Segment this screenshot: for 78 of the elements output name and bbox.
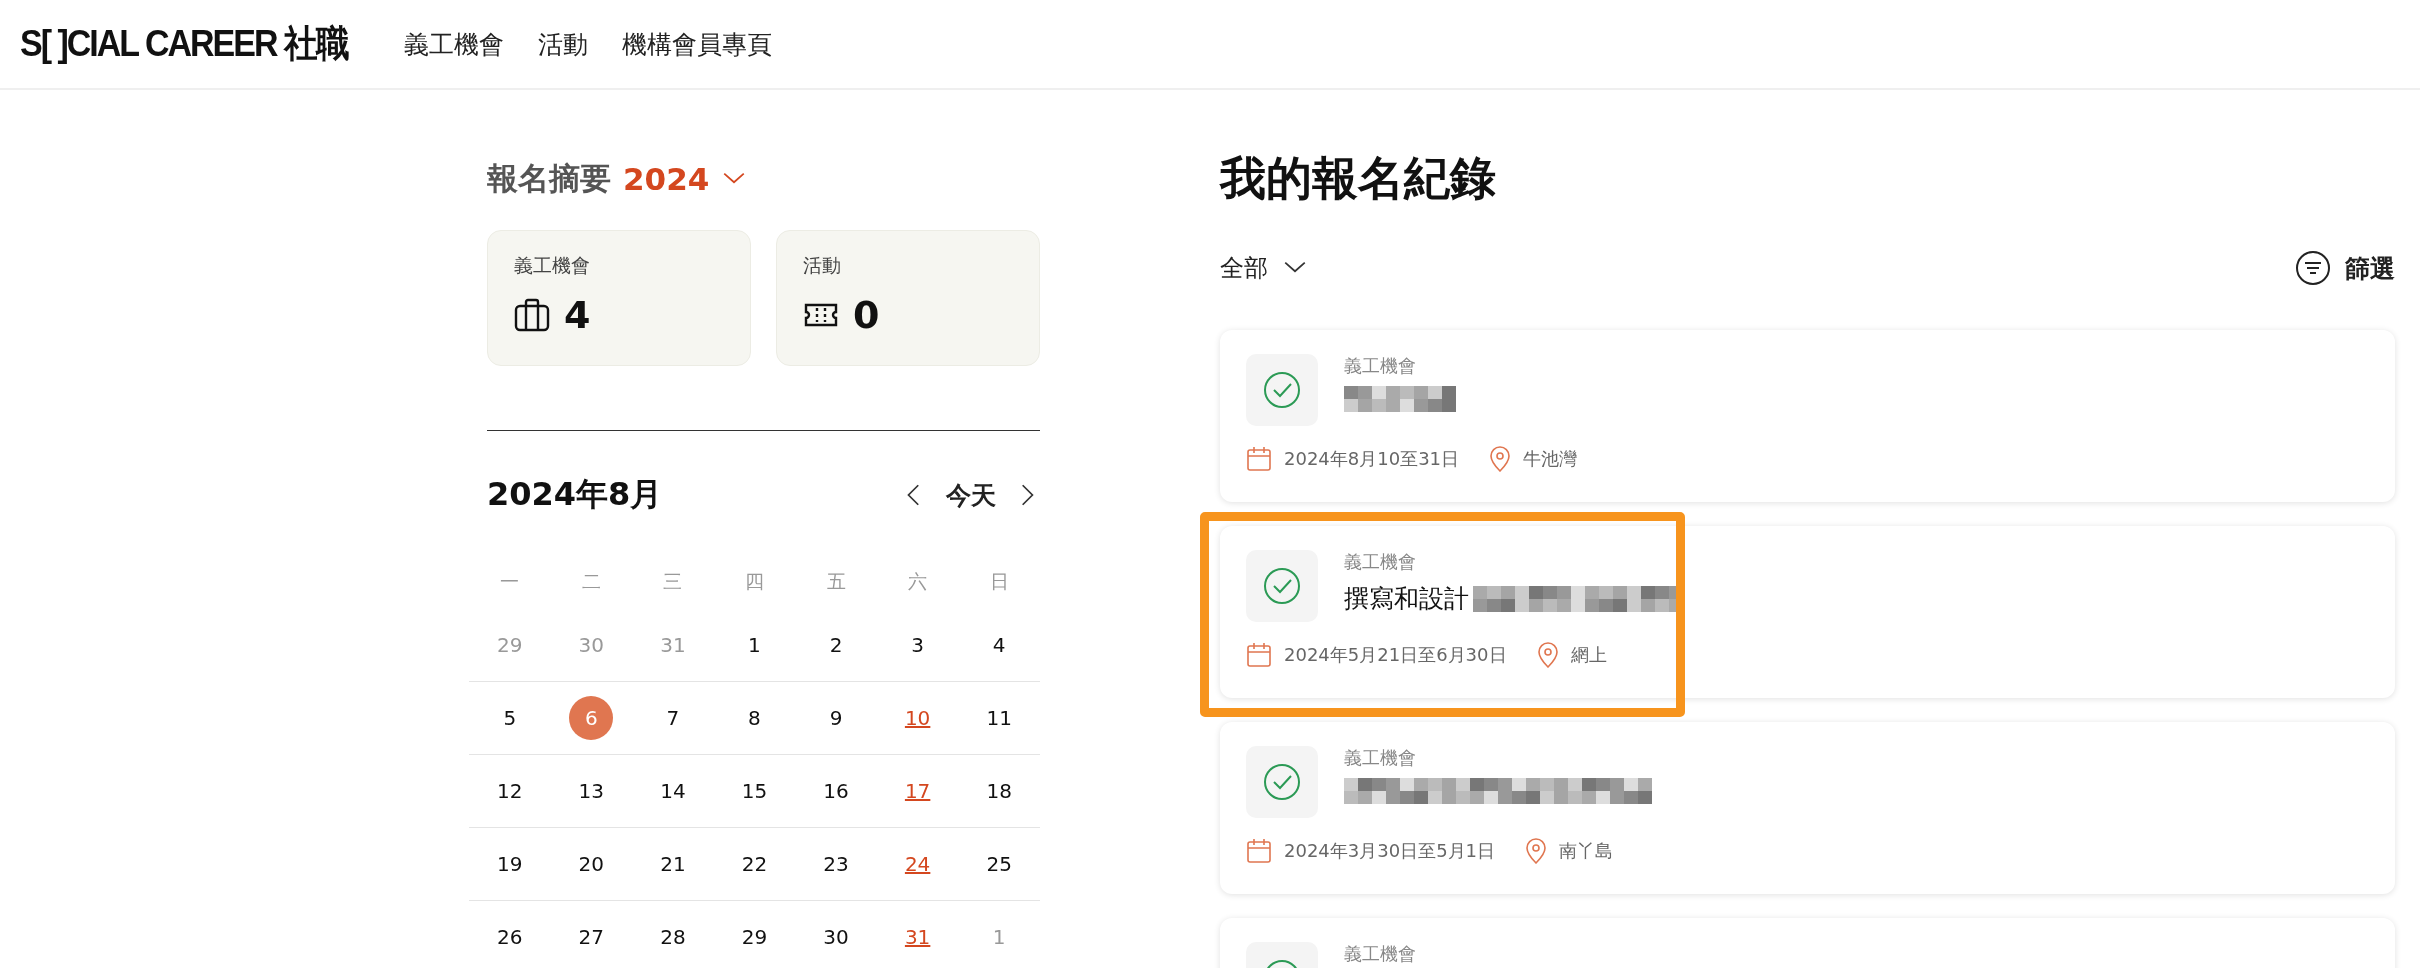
calendar-day[interactable]: 14 — [650, 769, 695, 813]
weekday-label: 三 — [662, 569, 684, 594]
calendar-icon — [1246, 446, 1272, 472]
calendar-month: 2024年8月 — [487, 474, 663, 515]
calendar-day[interactable]: 2 — [814, 623, 859, 667]
record-location: 南丫島 — [1559, 839, 1614, 863]
nav-link[interactable]: 活動 — [537, 27, 588, 61]
record-type: 義工機會 — [1344, 354, 1417, 378]
nav-link[interactable]: 義工機會 — [403, 27, 504, 61]
calendar-day[interactable]: 15 — [732, 769, 777, 813]
weekday-label: 四 — [744, 569, 765, 594]
record-card[interactable]: 義工機會 — [1220, 918, 2395, 968]
calendar-day[interactable]: 4 — [977, 623, 1022, 667]
summary-count: 0 — [853, 293, 880, 337]
calendar-day[interactable]: 27 — [569, 915, 614, 959]
calendar-day[interactable]: 20 — [569, 842, 614, 886]
calendar-day[interactable]: 13 — [569, 769, 614, 813]
summary-title: 報名摘要 — [487, 159, 611, 198]
location-pin-icon — [1525, 838, 1548, 864]
calendar-day[interactable]: 19 — [487, 842, 532, 886]
weekday-label: 五 — [825, 569, 847, 594]
check-circle-icon — [1263, 371, 1301, 409]
weekday-label: 六 — [907, 569, 929, 594]
record-type: 義工機會 — [1344, 942, 1416, 966]
calendar-day[interactable]: 30 — [814, 915, 859, 959]
weekday-label: 日 — [988, 569, 1010, 594]
calendar-icon — [1246, 838, 1272, 864]
weekday-label: 一 — [499, 569, 521, 594]
suitcase-icon — [514, 297, 550, 333]
logo[interactable]: S[ ]CIAL CAREER 社職 — [20, 18, 348, 70]
record-location: 牛池灣 — [1523, 447, 1578, 471]
calendar-day[interactable]: 16 — [814, 769, 859, 813]
calendar-day[interactable]: 3 — [895, 623, 940, 667]
page-title: 我的報名紀錄 — [1220, 150, 1497, 207]
calendar-day[interactable]: 12 — [487, 769, 532, 813]
record-date: 2024年3月30日至5月1日 — [1284, 839, 1496, 863]
calendar-day[interactable]: 1 — [732, 623, 777, 667]
record-location: 網上 — [1570, 643, 1607, 667]
summary-label: 義工機會 — [514, 253, 591, 278]
calendar-day[interactable]: 24 — [895, 842, 940, 886]
record-date: 2024年5月21日至6月30日 — [1284, 643, 1507, 667]
filter-icon — [2295, 250, 2331, 286]
record-date: 2024年8月10至31日 — [1284, 447, 1460, 471]
calendar-day[interactable]: 29 — [732, 915, 777, 959]
summary-count: 4 — [564, 293, 591, 337]
calendar-day[interactable]: 23 — [814, 842, 859, 886]
record-type: 義工機會 — [1344, 746, 1417, 770]
calendar-day[interactable]: 17 — [895, 769, 940, 813]
location-pin-icon — [1536, 642, 1559, 668]
calendar-day[interactable]: 8 — [732, 696, 777, 740]
category-dropdown[interactable]: 全部 — [1220, 252, 1308, 284]
record-card[interactable]: 義工機會 撰寫和設計 2024年5月21日至6月30日 網上 — [1220, 526, 2395, 698]
calendar-day[interactable]: 9 — [814, 696, 859, 740]
record-type: 義工機會 — [1344, 550, 1417, 574]
calendar-day[interactable]: 7 — [650, 696, 695, 740]
check-circle-icon — [1263, 567, 1301, 605]
calendar-day[interactable]: 28 — [650, 915, 695, 959]
filter-button[interactable]: 篩選 — [2295, 250, 2395, 286]
calendar-day[interactable]: 11 — [977, 696, 1022, 740]
year-selector[interactable]: 2024 — [623, 161, 710, 197]
calendar-day[interactable]: 22 — [732, 842, 777, 886]
calendar-day[interactable]: 18 — [977, 769, 1022, 813]
calendar-day[interactable]: 10 — [895, 696, 940, 740]
location-pin-icon — [1489, 446, 1512, 472]
calendar-day[interactable]: 5 — [487, 696, 532, 740]
record-card[interactable]: 義工機會 2024年3月30日至5月1日 南丫島 — [1220, 722, 2395, 894]
weekday-label: 二 — [580, 569, 602, 594]
check-circle-icon — [1263, 763, 1301, 801]
calendar-day[interactable]: 31 — [895, 915, 940, 959]
nav-link[interactable]: 機構會員專頁 — [621, 27, 772, 61]
summary-label: 活動 — [803, 253, 842, 278]
record-card[interactable]: 義工機會 2024年8月10至31日 牛池灣 — [1220, 330, 2395, 502]
today-button[interactable]: 今天 — [946, 478, 996, 512]
calendar-day[interactable]: 26 — [487, 915, 532, 959]
calendar-day[interactable]: 21 — [650, 842, 695, 886]
calendar-icon — [1246, 642, 1272, 668]
record-title: 撰寫和設計 — [1344, 583, 1469, 615]
calendar-day[interactable]: 25 — [977, 842, 1022, 886]
